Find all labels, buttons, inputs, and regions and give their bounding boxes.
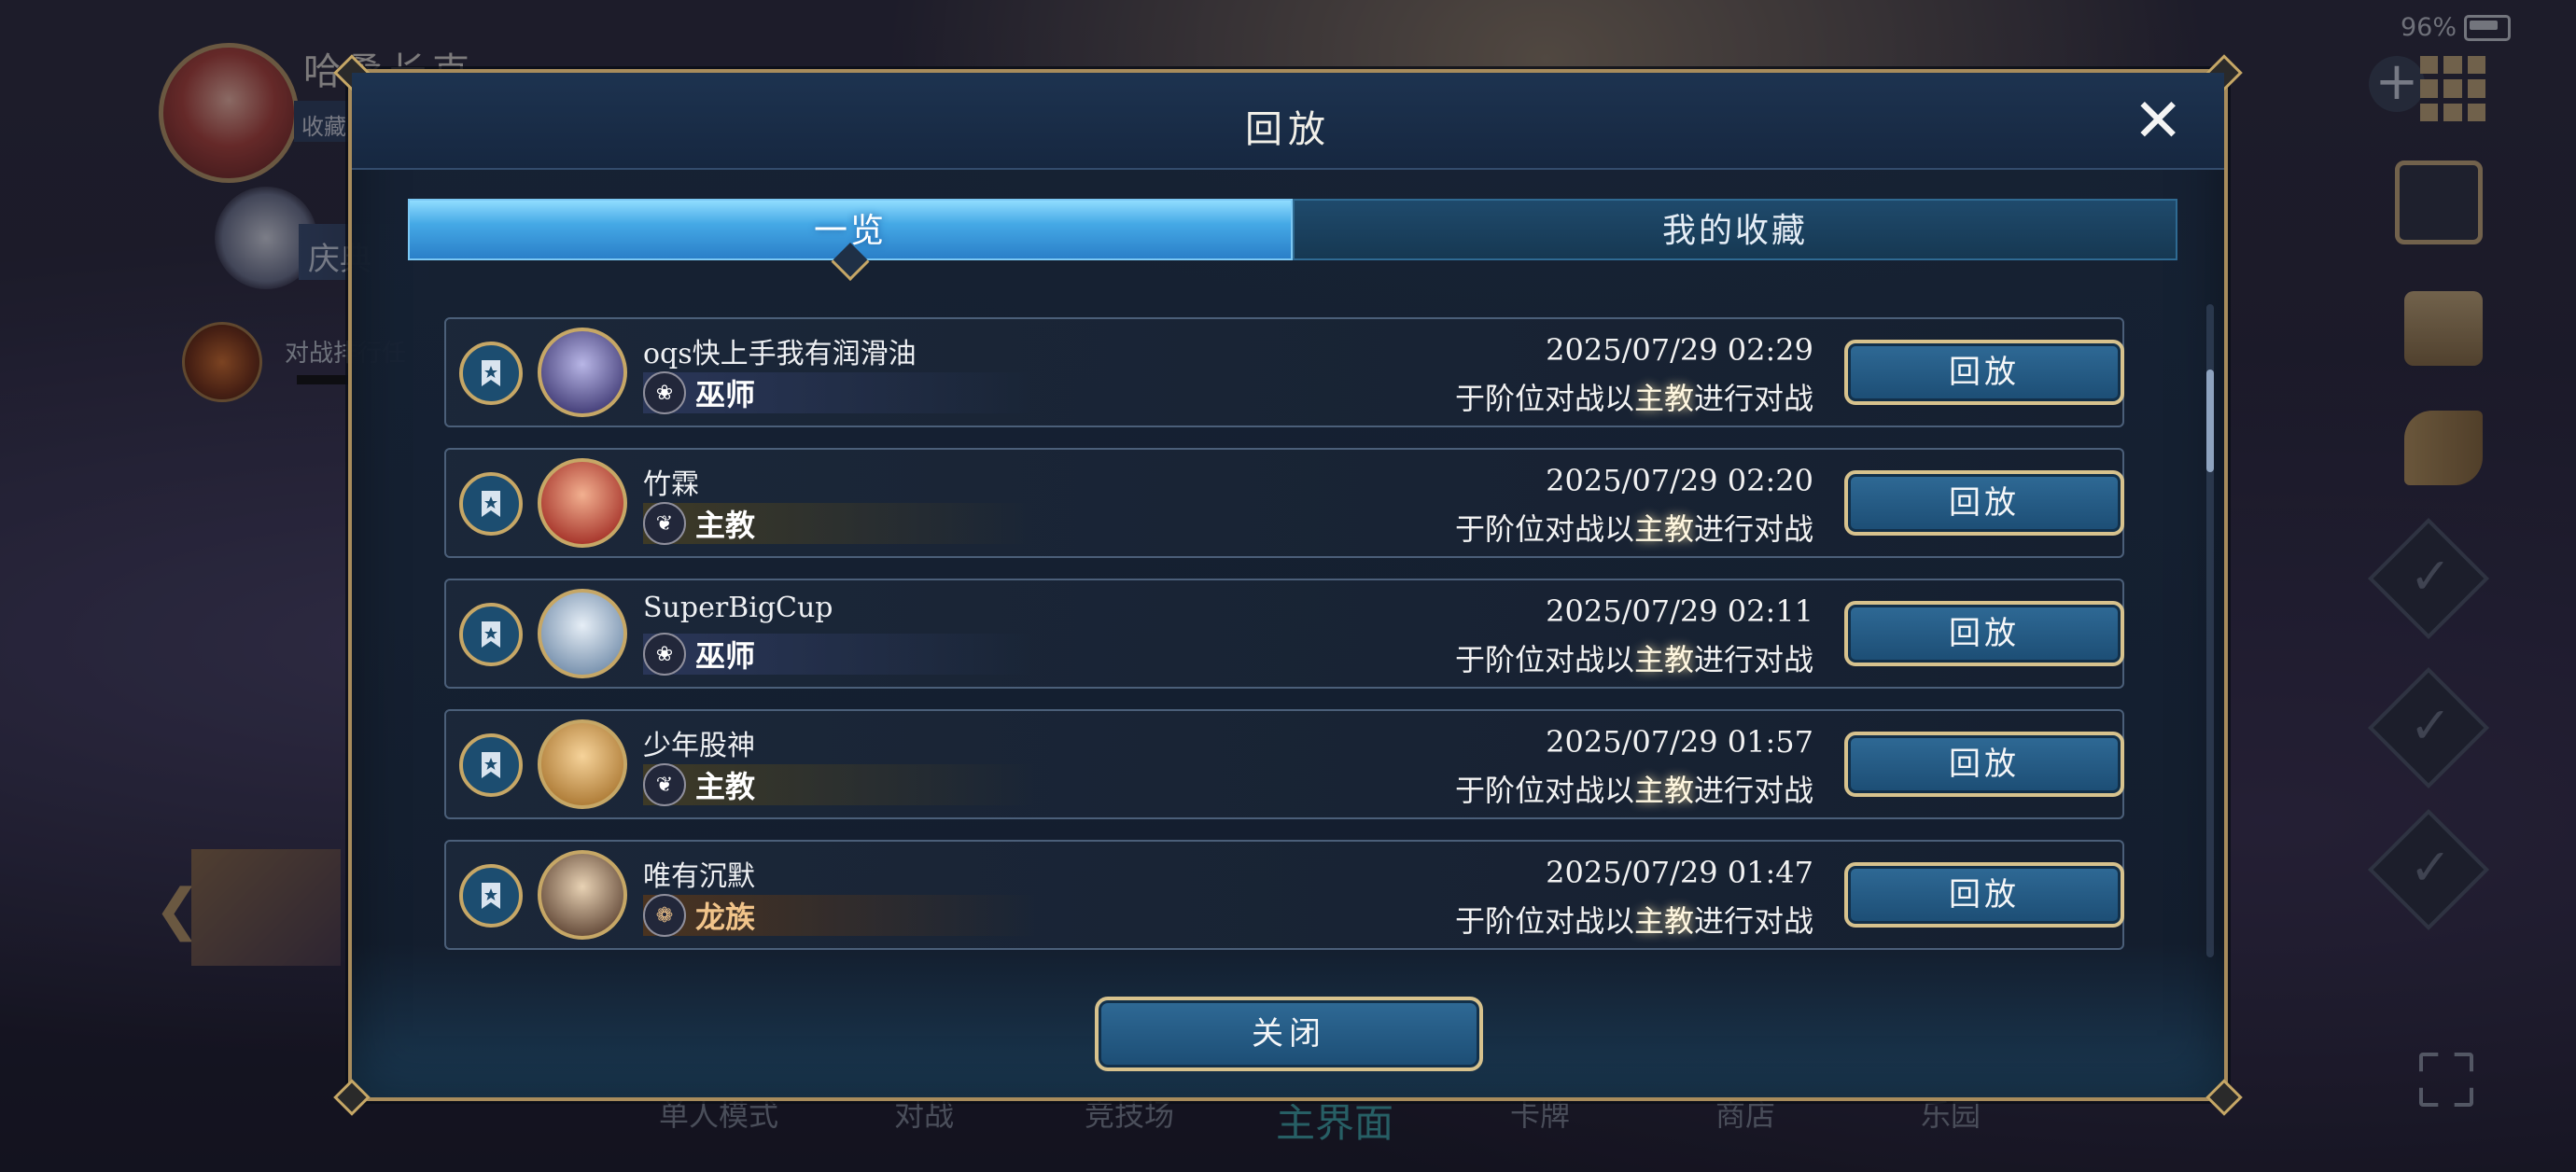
- replay-dialog: 回放 ✕ 一览 我的收藏 oqs快上手我有润滑油 ❀ 巫师 2025/07/29…: [333, 54, 2243, 1116]
- match-datetime: 2025/07/29 02:20: [1546, 463, 1813, 498]
- replay-button[interactable]: 回放: [1844, 862, 2124, 928]
- desc-prefix: 于阶位对战以: [1454, 381, 1634, 416]
- replay-button[interactable]: 回放: [1844, 601, 2124, 666]
- match-datetime: 2025/07/29 02:11: [1546, 593, 1813, 629]
- desc-prefix: 于阶位对战以: [1454, 903, 1634, 939]
- desc-suffix: 进行对战: [1693, 642, 1813, 677]
- replay-row: oqs快上手我有润滑油 ❀ 巫师 2025/07/29 02:29 于阶位对战以…: [444, 317, 2124, 427]
- dialog-title: 回放: [1245, 108, 1331, 151]
- class-name: 龙族: [695, 900, 756, 935]
- match-description: 于阶位对战以主教进行对战: [1249, 636, 1813, 679]
- desc-class: 主教: [1633, 511, 1694, 547]
- desc-class: 主教: [1633, 903, 1694, 939]
- close-button[interactable]: 关闭: [1095, 997, 1483, 1071]
- opponent-avatar: [538, 328, 627, 417]
- class-name: 主教: [695, 769, 756, 804]
- dragon-emblem-icon: ❁: [643, 894, 686, 937]
- opponent-class: ❦ 主教: [643, 502, 1035, 545]
- opponent-class: ❁ 龙族: [643, 894, 1035, 937]
- witch-emblem-icon: ❀: [643, 633, 686, 676]
- opponent-avatar: [538, 850, 627, 940]
- replay-button[interactable]: 回放: [1844, 732, 2124, 797]
- opponent-name: SuperBigCup: [643, 592, 833, 624]
- opponent-class: ❦ 主教: [643, 763, 1035, 806]
- desc-suffix: 进行对战: [1693, 511, 1813, 547]
- desc-class: 主教: [1633, 773, 1694, 808]
- match-description: 于阶位对战以主教进行对战: [1249, 767, 1813, 810]
- desc-suffix: 进行对战: [1693, 381, 1813, 416]
- match-description: 于阶位对战以主教进行对战: [1249, 898, 1813, 941]
- opponent-class: ❀ 巫师: [643, 371, 1035, 414]
- replay-row: SuperBigCup ❀ 巫师 2025/07/29 02:11 于阶位对战以…: [444, 579, 2124, 689]
- replay-row: 竹霖 ❦ 主教 2025/07/29 02:20 于阶位对战以主教进行对战 回放: [444, 448, 2124, 558]
- scrollbar-thumb[interactable]: [2206, 370, 2214, 472]
- class-name: 主教: [695, 508, 756, 543]
- favorite-bookmark-icon[interactable]: [459, 864, 523, 928]
- favorite-bookmark-icon[interactable]: [459, 342, 523, 405]
- bishop-emblem-icon: ❦: [643, 763, 686, 806]
- tab-my-favorites[interactable]: 我的收藏: [1293, 199, 2177, 260]
- match-description: 于阶位对战以主教进行对战: [1249, 506, 1813, 549]
- replay-row: 唯有沉默 ❁ 龙族 2025/07/29 01:47 于阶位对战以主教进行对战 …: [444, 840, 2124, 950]
- opponent-name: 唯有沉默: [643, 860, 755, 893]
- replay-button[interactable]: 回放: [1844, 470, 2124, 536]
- bishop-emblem-icon: ❦: [643, 502, 686, 545]
- witch-emblem-icon: ❀: [643, 371, 686, 414]
- opponent-avatar: [538, 589, 627, 678]
- desc-class: 主教: [1633, 381, 1694, 416]
- close-icon[interactable]: ✕: [2133, 91, 2183, 151]
- class-name: 巫师: [695, 377, 756, 412]
- opponent-avatar: [538, 458, 627, 548]
- opponent-avatar: [538, 719, 627, 809]
- replay-list: oqs快上手我有润滑油 ❀ 巫师 2025/07/29 02:29 于阶位对战以…: [444, 317, 2124, 970]
- tab-overview[interactable]: 一览: [408, 199, 1293, 260]
- opponent-class: ❀ 巫师: [643, 633, 1035, 676]
- match-description: 于阶位对战以主教进行对战: [1249, 375, 1813, 418]
- match-datetime: 2025/07/29 02:29: [1546, 332, 1813, 368]
- class-name: 巫师: [695, 638, 756, 674]
- opponent-name: 竹霖: [643, 468, 699, 501]
- replay-row: 少年股神 ❦ 主教 2025/07/29 01:57 于阶位对战以主教进行对战 …: [444, 709, 2124, 819]
- tab-bar: 一览 我的收藏: [408, 199, 2177, 260]
- desc-prefix: 于阶位对战以: [1454, 511, 1634, 547]
- dialog-header: 回放 ✕: [352, 73, 2224, 170]
- opponent-name: oqs快上手我有润滑油: [643, 338, 917, 370]
- favorite-bookmark-icon[interactable]: [459, 733, 523, 797]
- scrollbar[interactable]: [2206, 304, 2214, 957]
- opponent-name: 少年股神: [643, 730, 755, 762]
- favorite-bookmark-icon[interactable]: [459, 472, 523, 536]
- replay-button[interactable]: 回放: [1844, 340, 2124, 405]
- favorite-bookmark-icon[interactable]: [459, 603, 523, 666]
- desc-prefix: 于阶位对战以: [1454, 773, 1634, 808]
- desc-class: 主教: [1633, 642, 1694, 677]
- desc-prefix: 于阶位对战以: [1454, 642, 1634, 677]
